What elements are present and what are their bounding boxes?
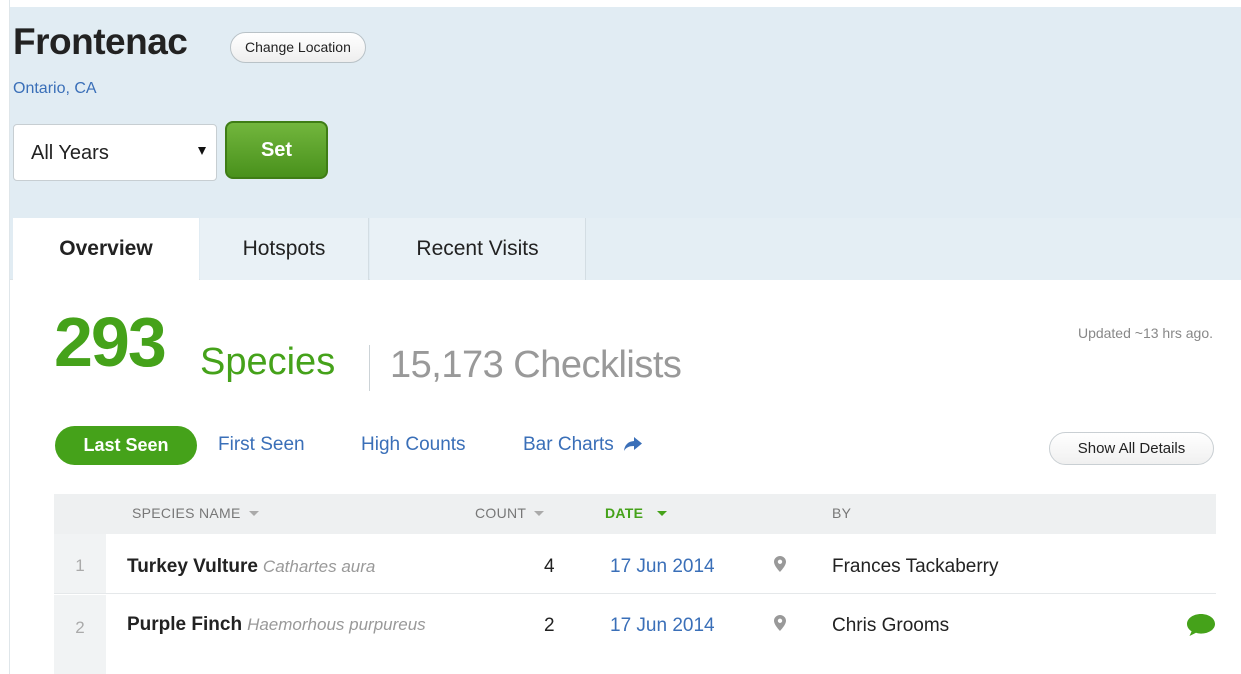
column-header-count-label: COUNT xyxy=(475,505,527,521)
scientific-name: Cathartes aura xyxy=(262,557,376,576)
column-header-date-label: DATE xyxy=(605,505,644,521)
dropdown-arrow-icon xyxy=(198,147,206,155)
common-name[interactable]: Purple Finch xyxy=(127,614,242,635)
checklist-count: 15,173 Checklists xyxy=(390,344,682,386)
share-arrow-icon xyxy=(624,437,643,451)
year-select-value: All Years xyxy=(31,142,109,164)
change-location-button[interactable]: Change Location xyxy=(230,32,366,63)
row-index-cell: 2 xyxy=(54,595,106,674)
high-counts-link[interactable]: High Counts xyxy=(361,434,466,456)
row-index-cell: 1 xyxy=(54,534,106,593)
tab-bar: Overview Hotspots Recent Visits xyxy=(10,218,1241,281)
tab-overview[interactable]: Overview xyxy=(13,218,199,281)
count-value: 2 xyxy=(544,615,555,636)
column-header-by: BY xyxy=(832,505,852,521)
page: Frontenac Change Location Ontario, CA Al… xyxy=(9,0,1241,674)
sort-caret-active-icon xyxy=(657,511,668,516)
date-link[interactable]: 17 Jun 2014 xyxy=(610,615,715,637)
observer-name: Chris Grooms xyxy=(832,615,950,636)
location-title: Frontenac xyxy=(13,21,188,62)
species-count: 293 xyxy=(54,303,167,381)
sort-caret-icon xyxy=(534,511,545,516)
year-select[interactable]: All Years xyxy=(13,124,217,181)
column-header-species[interactable]: SPECIES NAME xyxy=(132,505,259,521)
location-header: Frontenac Change Location Ontario, CA Al… xyxy=(10,7,1241,218)
scientific-name: Haemorhous purpureus xyxy=(247,615,426,634)
column-header-date[interactable]: DATE xyxy=(605,505,668,521)
comment-bubble-icon[interactable] xyxy=(1186,613,1216,637)
row-index: 2 xyxy=(75,618,85,637)
table-header: SPECIES NAME COUNT DATE BY xyxy=(54,494,1216,534)
column-header-species-label: SPECIES NAME xyxy=(132,505,241,521)
updated-timestamp: Updated ~13 hrs ago. xyxy=(1077,325,1213,341)
show-all-details-button[interactable]: Show All Details xyxy=(1049,432,1214,465)
species-name-cell: Purple Finch Haemorhous purpureus xyxy=(127,609,467,640)
map-pin-icon[interactable] xyxy=(774,556,786,572)
sort-caret-icon xyxy=(248,511,259,516)
species-label: Species xyxy=(200,341,336,383)
table-row: 1 Turkey Vulture Cathartes aura 4 17 Jun … xyxy=(54,534,1216,594)
table-row: 2 Purple Finch Haemorhous purpureus 2 17 … xyxy=(54,595,1216,674)
row-index: 1 xyxy=(75,556,85,575)
column-header-count[interactable]: COUNT xyxy=(475,505,545,521)
count-value: 4 xyxy=(544,556,555,577)
region-link[interactable]: Ontario, CA xyxy=(13,80,97,98)
species-name-cell: Turkey Vulture Cathartes aura xyxy=(127,551,467,582)
first-seen-link[interactable]: First Seen xyxy=(218,434,305,456)
tab-recent-visits[interactable]: Recent Visits xyxy=(370,218,586,280)
stats-divider xyxy=(369,345,370,391)
tab-hotspots[interactable]: Hotspots xyxy=(200,218,369,280)
bar-charts-label: Bar Charts xyxy=(523,434,614,455)
bar-charts-link[interactable]: Bar Charts xyxy=(523,434,643,456)
observer-name: Frances Tackaberry xyxy=(832,556,999,577)
last-seen-button[interactable]: Last Seen xyxy=(55,426,197,465)
map-pin-icon[interactable] xyxy=(774,615,786,631)
date-link[interactable]: 17 Jun 2014 xyxy=(610,556,715,578)
tab-bar-filler xyxy=(586,218,1241,280)
set-button[interactable]: Set xyxy=(225,121,328,179)
common-name[interactable]: Turkey Vulture xyxy=(127,556,258,577)
